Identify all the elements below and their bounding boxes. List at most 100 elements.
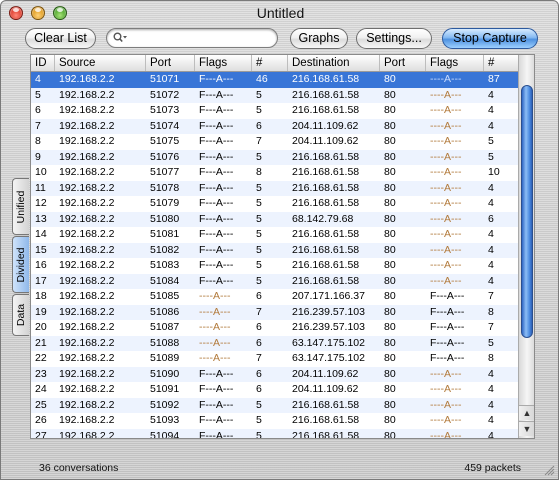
- table-body: 4 192.168.2.2 51071 F---A--- 46 216.168.61.58…: [31, 72, 518, 439]
- cell-destination: 216.168.61.58: [292, 414, 360, 426]
- view-mode-tabs: Unified Divided Data: [12, 178, 29, 337]
- scroll-up-arrow-icon[interactable]: ▲: [519, 405, 534, 420]
- cell-source: 192.168.2.2: [59, 352, 115, 364]
- cell-destination: 216.239.57.103: [292, 305, 365, 318]
- cell-source-count: 5: [256, 197, 262, 209]
- cell-source-port: 51086: [150, 305, 180, 318]
- cell-destination-count: 4: [488, 197, 494, 209]
- tab-divided[interactable]: Divided: [12, 236, 29, 293]
- search-input[interactable]: [131, 31, 271, 45]
- cell-source-port: 51072: [150, 88, 180, 101]
- cell-id: 21: [35, 336, 47, 349]
- cell-destination-port: 80: [384, 259, 396, 271]
- cell-source-port: 51090: [150, 367, 180, 380]
- cell-destination-port: 80: [384, 166, 396, 178]
- table-row[interactable]: 25 192.168.2.2 51092 F---A--- 5 216.168.61.58…: [31, 397, 518, 413]
- cell-source: 192.168.2.2: [59, 119, 115, 132]
- table-row[interactable]: 5 192.168.2.2 51072 F---A--- 5 216.168.61.58 8…: [31, 87, 518, 103]
- table-row[interactable]: 27 192.168.2.2 51094 F---A--- 5 216.168.61.58…: [31, 428, 518, 439]
- table-row[interactable]: 10 192.168.2.2 51077 F---A--- 8 216.168.61.58…: [31, 165, 518, 181]
- cell-source-count: 5: [256, 429, 262, 439]
- cell-destination-flags: F---A---: [430, 305, 465, 318]
- cell-destination-count: 7: [488, 321, 494, 333]
- cell-source: 192.168.2.2: [59, 197, 115, 209]
- cell-source-port: 51073: [150, 104, 180, 116]
- search-icon[interactable]: [113, 32, 127, 44]
- table-row[interactable]: 11 192.168.2.2 51078 F---A--- 5 216.168.61.58…: [31, 180, 518, 196]
- cell-source-port: 51080: [150, 212, 180, 225]
- table-row[interactable]: 21 192.168.2.2 51088 ----A--- 6 63.147.175.10…: [31, 335, 518, 351]
- table-row[interactable]: 17 192.168.2.2 51084 F---A--- 5 216.168.61.58…: [31, 273, 518, 289]
- table-row[interactable]: 12 192.168.2.2 51079 F---A--- 5 216.168.61.58…: [31, 196, 518, 212]
- column-header-destination[interactable]: Destination: [288, 55, 380, 71]
- table-row[interactable]: 9 192.168.2.2 51076 F---A--- 5 216.168.61.58 8…: [31, 149, 518, 165]
- table-row[interactable]: 7 192.168.2.2 51074 F---A--- 6 204.11.109.62 8…: [31, 118, 518, 134]
- column-header-destination-port[interactable]: Port: [380, 55, 426, 71]
- resize-grip-icon[interactable]: [543, 464, 555, 476]
- table-row[interactable]: 13 192.168.2.2 51080 F---A--- 5 68.142.79.68 8…: [31, 211, 518, 227]
- cell-source-count: 6: [256, 290, 262, 302]
- scroll-down-arrow-icon[interactable]: ▼: [519, 421, 534, 436]
- column-header-source-count[interactable]: #: [252, 55, 288, 71]
- table-row[interactable]: 15 192.168.2.2 51082 F---A--- 5 216.168.61.58…: [31, 242, 518, 258]
- stop-capture-button[interactable]: Stop Capture: [442, 28, 538, 49]
- cell-destination: 216.168.61.58: [292, 228, 360, 240]
- cell-source-flags: ----A---: [199, 336, 231, 349]
- search-field[interactable]: [106, 28, 278, 48]
- table-row[interactable]: 26 192.168.2.2 51093 F---A--- 5 216.168.61.58…: [31, 413, 518, 429]
- table-row[interactable]: 16 192.168.2.2 51083 F---A--- 5 216.168.61.58…: [31, 258, 518, 274]
- table-row[interactable]: 24 192.168.2.2 51091 F---A--- 6 204.11.109.62…: [31, 382, 518, 398]
- cell-destination-port: 80: [384, 73, 396, 85]
- cell-destination: 216.168.61.58: [292, 259, 360, 271]
- table-row[interactable]: 18 192.168.2.2 51085 ----A--- 6 207.171.166.3…: [31, 289, 518, 305]
- cell-destination-count: 8: [488, 352, 494, 364]
- cell-source: 192.168.2.2: [59, 414, 115, 426]
- cell-source-count: 5: [256, 104, 262, 116]
- table-row[interactable]: 23 192.168.2.2 51090 F---A--- 6 204.11.109.62…: [31, 366, 518, 382]
- cell-id: 25: [35, 398, 47, 411]
- column-header-destination-flags[interactable]: Flags: [426, 55, 484, 71]
- cell-destination: 216.168.61.58: [292, 150, 360, 163]
- cell-source: 192.168.2.2: [59, 181, 115, 194]
- cell-source-port: 51093: [150, 414, 180, 426]
- cell-source: 192.168.2.2: [59, 429, 115, 439]
- cell-source-count: 46: [256, 73, 268, 85]
- column-header-destination-count[interactable]: #: [484, 55, 518, 71]
- cell-source-flags: F---A---: [199, 212, 234, 225]
- packet-count: 459 packets: [464, 462, 521, 474]
- cell-destination-port: 80: [384, 135, 396, 147]
- cell-destination-port: 80: [384, 321, 396, 333]
- settings-button[interactable]: Settings...: [356, 28, 432, 49]
- cell-destination-flags: ----A---: [430, 119, 462, 132]
- table-row[interactable]: 4 192.168.2.2 51071 F---A--- 46 216.168.61.58…: [31, 72, 518, 88]
- tab-data[interactable]: Data: [12, 294, 29, 336]
- cell-source-count: 6: [256, 383, 262, 395]
- scrollbar-thumb[interactable]: [521, 85, 533, 338]
- table-row[interactable]: 19 192.168.2.2 51086 ----A--- 7 216.239.57.10…: [31, 304, 518, 320]
- cell-destination-flags: ----A---: [430, 429, 462, 439]
- column-header-source-flags[interactable]: Flags: [195, 55, 252, 71]
- table-row[interactable]: 8 192.168.2.2 51075 F---A--- 7 204.11.109.62 8…: [31, 134, 518, 150]
- cell-source: 192.168.2.2: [59, 290, 115, 302]
- column-header-id[interactable]: ID: [31, 55, 55, 71]
- table-row[interactable]: 6 192.168.2.2 51073 F---A--- 5 216.168.61.58 8…: [31, 103, 518, 119]
- table-row[interactable]: 20 192.168.2.2 51087 ----A--- 6 216.239.57.10…: [31, 320, 518, 336]
- clear-list-button[interactable]: Clear List: [25, 28, 96, 49]
- cell-source-count: 5: [256, 212, 262, 225]
- column-header-source-port[interactable]: Port: [146, 55, 195, 71]
- cell-source-flags: F---A---: [199, 274, 234, 287]
- cell-destination-port: 80: [384, 290, 396, 302]
- title-bar[interactable]: Untitled: [1, 1, 558, 25]
- cell-source-flags: ----A---: [199, 290, 231, 302]
- tab-unified[interactable]: Unified: [12, 178, 29, 235]
- cell-id: 20: [35, 321, 47, 333]
- column-header-source[interactable]: Source: [55, 55, 146, 71]
- table-row[interactable]: 14 192.168.2.2 51081 F---A--- 5 216.168.61.58…: [31, 227, 518, 243]
- graphs-button[interactable]: Graphs: [290, 28, 348, 49]
- table-row[interactable]: 22 192.168.2.2 51089 ----A--- 7 63.147.175.10…: [31, 351, 518, 367]
- cell-destination-port: 80: [384, 352, 396, 364]
- cell-id: 11: [35, 181, 46, 194]
- vertical-scrollbar[interactable]: ▲ ▼: [518, 55, 534, 438]
- cell-source-flags: ----A---: [199, 321, 231, 333]
- cell-source: 192.168.2.2: [59, 367, 115, 380]
